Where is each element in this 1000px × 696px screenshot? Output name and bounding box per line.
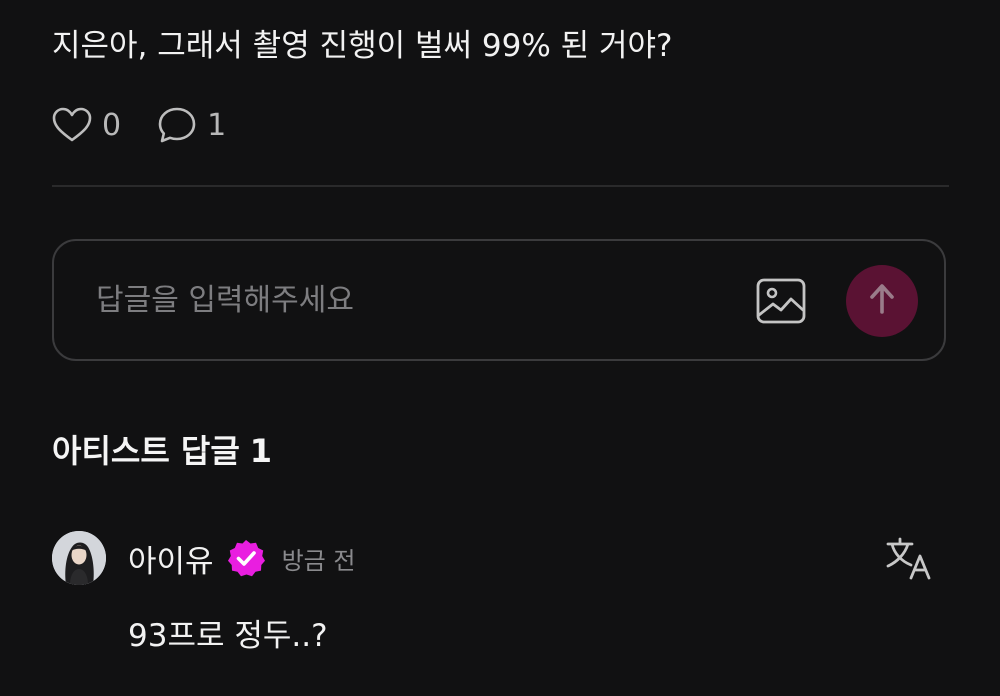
speech-bubble-icon xyxy=(157,106,197,144)
reply-author-row: 아이유 방금 전 xyxy=(128,532,355,584)
heart-icon xyxy=(52,107,92,143)
send-reply-button[interactable] xyxy=(846,265,918,337)
translate-icon xyxy=(884,537,934,586)
artist-replies-count: 1 xyxy=(249,432,273,470)
image-icon xyxy=(754,278,808,332)
verified-badge-icon xyxy=(226,538,266,578)
translate-button[interactable] xyxy=(884,536,934,582)
avatar-portrait xyxy=(52,531,106,585)
artist-replies-heading: 아티스트 답글 1 xyxy=(52,426,272,476)
reply-timestamp: 방금 전 xyxy=(281,546,356,575)
reaction-bar: 0 1 xyxy=(52,104,262,146)
arrow-up-icon xyxy=(867,282,897,320)
post-text: 지은아, 그래서 촬영 진행이 벌써 99% 된 거야? xyxy=(52,28,673,64)
author-name[interactable]: 아이유 xyxy=(128,536,214,581)
comment-button[interactable]: 1 xyxy=(157,106,226,144)
comment-count: 1 xyxy=(207,107,227,143)
like-count: 0 xyxy=(102,107,122,143)
divider xyxy=(52,185,949,187)
post-detail-page: 지은아, 그래서 촬영 진행이 벌써 99% 된 거야? 0 1 답글을 입력해… xyxy=(0,0,1000,696)
reply-composer xyxy=(52,239,946,361)
reply-text: 93프로 정두..? xyxy=(128,618,328,654)
reply-input[interactable] xyxy=(96,275,716,325)
like-button[interactable]: 0 xyxy=(52,107,121,143)
avatar[interactable] xyxy=(52,531,106,585)
artist-replies-title: 아티스트 답글 xyxy=(52,432,240,470)
attach-image-button[interactable] xyxy=(754,274,808,328)
